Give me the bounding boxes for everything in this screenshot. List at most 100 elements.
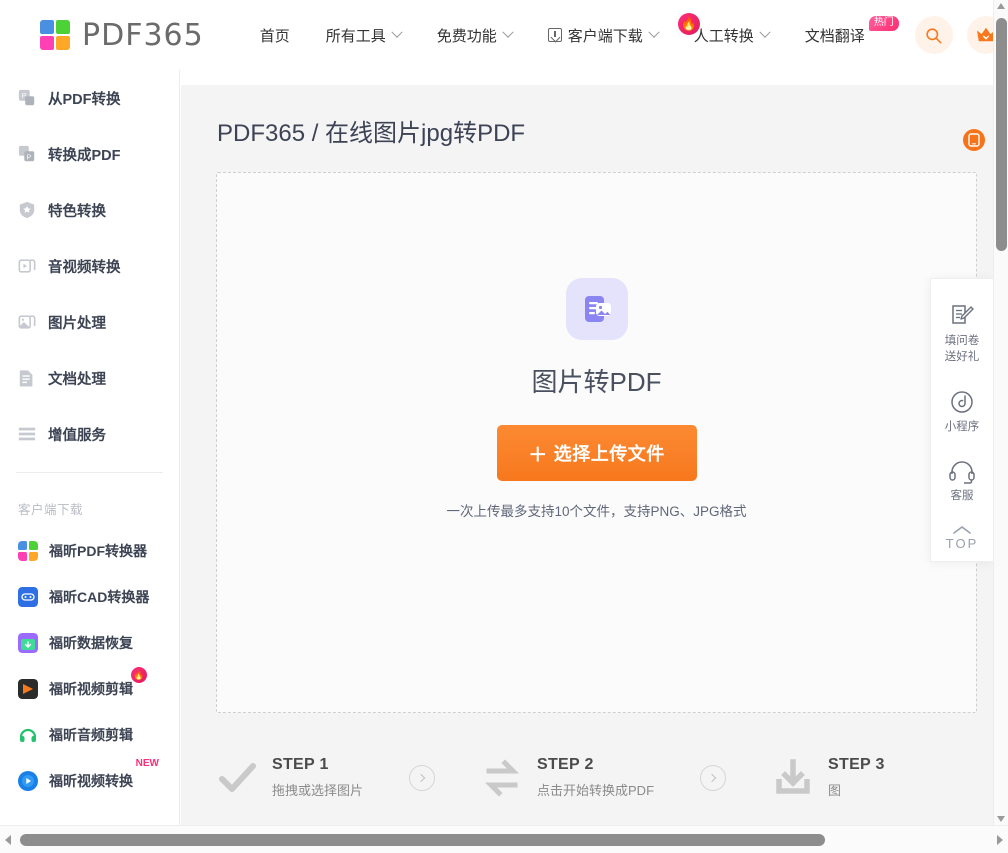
foxit-pdf-icon <box>18 541 38 561</box>
chevron-down-icon <box>648 26 660 38</box>
nav-item-free-features[interactable]: 免费功能 <box>436 25 514 46</box>
image-icon <box>18 315 36 329</box>
plus-icon: ＋ <box>528 444 548 466</box>
float-item-survey[interactable]: 填问卷 送好礼 <box>931 293 993 379</box>
from-pdf-icon: P <box>18 89 35 106</box>
foxit-audio-edit-icon <box>19 728 37 742</box>
vertical-scrollbar-thumb[interactable] <box>996 18 1007 251</box>
float-item-support[interactable]: 客服 <box>931 450 993 519</box>
mobile-icon <box>968 133 980 147</box>
vertical-scrollbar[interactable] <box>993 0 1008 825</box>
nav-item-manual-convert[interactable]: 🔥 人工转换 <box>677 12 771 46</box>
sidebar-app-label: 福昕CAD转换器 <box>49 589 150 605</box>
sidebar-app-foxit-audio-edit[interactable]: 福昕音频剪辑 <box>0 712 179 758</box>
step-arrow-icon <box>409 764 436 791</box>
survey-pencil-icon <box>952 305 974 324</box>
document-icon <box>19 370 33 387</box>
search-icon <box>926 27 942 43</box>
sidebar-app-foxit-cad[interactable]: 福昕CAD转换器 <box>0 574 179 620</box>
upload-dropzone[interactable]: 图片转PDF ＋ 选择上传文件 一次上传最多支持10个文件，支持PNG、JPG格… <box>216 172 977 713</box>
horizontal-scrollbar[interactable] <box>0 825 1008 853</box>
step-subtitle: 图 <box>828 783 842 798</box>
image-to-pdf-icon <box>565 278 628 340</box>
main-nav: 首页 所有工具 免费功能 客户端下载 🔥 人工转换 文档翻译 热门 <box>260 12 901 46</box>
steps-bar: STEP 1 拖拽或选择图片 STEP 2 点击开始转换成PDF STEP 3 … <box>216 730 993 825</box>
svg-text:P: P <box>27 152 32 161</box>
float-item-miniprogram[interactable]: 小程序 <box>931 379 993 450</box>
sidebar-item-featured[interactable]: 特色转换 <box>0 182 179 238</box>
sidebar-item-label: 特色转换 <box>48 203 106 220</box>
check-icon <box>219 762 256 792</box>
site-header: PDF365 首页 所有工具 免费功能 客户端下载 🔥 人工转换 文档翻译 热门 <box>0 0 1005 70</box>
nav-label: 首页 <box>259 27 290 45</box>
nav-item-client-download[interactable]: 客户端下载 <box>547 25 660 46</box>
sidebar-app-foxit-video-edit[interactable]: 福昕视频剪辑 🔥 <box>0 666 179 712</box>
sidebar-app-label: 福昕视频剪辑 🔥 <box>49 667 147 699</box>
scroll-down-arrow-icon[interactable] <box>997 816 1005 822</box>
dropzone-hint: 一次上传最多支持10个文件，支持PNG、JPG格式 <box>446 504 747 519</box>
scroll-left-arrow-icon[interactable] <box>5 835 11 845</box>
search-button[interactable] <box>914 16 953 54</box>
sidebar-item-label: 音视频转换 <box>48 259 121 276</box>
page-title-row: PDF365 / 在线图片jpg转PDF <box>181 85 993 148</box>
nav-item-home[interactable]: 首页 <box>260 25 290 46</box>
sidebar-item-label: 转换成PDF <box>48 147 121 164</box>
back-to-top-button[interactable]: TOP <box>946 518 979 551</box>
back-to-top-label: TOP <box>945 536 979 552</box>
app-window: PDF365 首页 所有工具 免费功能 客户端下载 🔥 人工转换 文档翻译 热门… <box>0 0 1008 853</box>
main-content: PDF365 / 在线图片jpg转PDF 图片转PDF ＋ 选择上传文件 一次上… <box>181 85 993 825</box>
sidebar-app-foxit-recovery[interactable]: 福昕数据恢复 <box>0 620 179 666</box>
step-arrow-icon <box>700 764 727 791</box>
float-item-label: 填问卷 送好礼 <box>944 335 980 363</box>
scroll-up-arrow-icon[interactable] <box>997 3 1005 9</box>
hot-badge: 热门 <box>868 15 899 31</box>
sidebar-section-title: 客户端下载 <box>18 503 84 517</box>
upload-button-label: 选择上传文件 <box>553 444 665 464</box>
foxit-cad-icon <box>18 587 38 607</box>
fire-badge-icon: 🔥 <box>677 12 700 35</box>
sidebar-item-label: 图片处理 <box>48 315 106 332</box>
nav-item-doc-translate[interactable]: 文档翻译 热门 <box>804 15 899 46</box>
new-badge: NEW <box>135 758 159 769</box>
logo-text: PDF365 <box>82 17 204 53</box>
download-box-icon <box>547 28 562 42</box>
miniprogram-icon <box>951 391 973 413</box>
sidebar-app-label: 福昕视频转换 NEW <box>49 758 159 789</box>
sidebar-app-foxit-video-convert[interactable]: 福昕视频转换 NEW <box>0 758 179 804</box>
nav-item-all-tools[interactable]: 所有工具 <box>325 25 403 46</box>
nav-label: 免费功能 <box>436 27 497 45</box>
download-icon <box>776 758 810 794</box>
chevron-down-icon <box>502 26 514 38</box>
sidebar-app-foxit-pdf[interactable]: 福昕PDF转换器 <box>0 528 179 574</box>
sidebar-item-media-convert[interactable]: 音视频转换 <box>0 238 179 294</box>
mobile-view-button[interactable] <box>963 129 985 151</box>
chevron-down-icon <box>759 26 771 38</box>
logo-grid-icon <box>40 20 70 50</box>
sidebar-item-value-added[interactable]: 增值服务 <box>0 406 179 462</box>
upload-file-button[interactable]: ＋ 选择上传文件 <box>496 425 697 481</box>
sidebar-item-to-pdf[interactable]: P 转换成PDF <box>0 126 179 182</box>
step-subtitle: 拖拽或选择图片 <box>272 783 364 798</box>
logo[interactable]: PDF365 <box>40 18 204 53</box>
sidebar-item-document-tools[interactable]: 文档处理 <box>0 350 179 406</box>
convert-arrows-icon <box>484 758 520 797</box>
horizontal-scrollbar-thumb[interactable] <box>20 834 825 846</box>
sidebar-app-label: 福昕数据恢复 <box>49 635 133 651</box>
step-title: STEP 2 <box>537 756 594 773</box>
foxit-video-convert-icon <box>18 771 38 791</box>
sidebar-item-image-tools[interactable]: 图片处理 <box>0 294 179 350</box>
nav-label: 所有工具 <box>325 27 386 45</box>
dropzone-inner: 图片转PDF ＋ 选择上传文件 一次上传最多支持10个文件，支持PNG、JPG格… <box>446 278 747 520</box>
scroll-right-arrow-icon[interactable] <box>997 835 1003 845</box>
step-3: STEP 3 图 <box>772 756 885 799</box>
fire-badge-icon: 🔥 <box>131 667 147 683</box>
foxit-video-edit-icon <box>18 679 38 699</box>
sidebar-app-label: 福昕PDF转换器 <box>49 543 147 559</box>
chevron-down-icon <box>391 26 403 38</box>
sidebar-item-from-pdf[interactable]: P 从PDF转换 <box>0 70 179 126</box>
step-2: STEP 2 点击开始转换成PDF <box>481 756 654 799</box>
sidebar-item-label: 增值服务 <box>48 427 106 444</box>
right-float-panel: 填问卷 送好礼 小程序 客服 TOP <box>930 278 993 563</box>
nav-label: 客户端下载 <box>567 27 643 45</box>
nav-label: 文档翻译 <box>804 27 865 45</box>
